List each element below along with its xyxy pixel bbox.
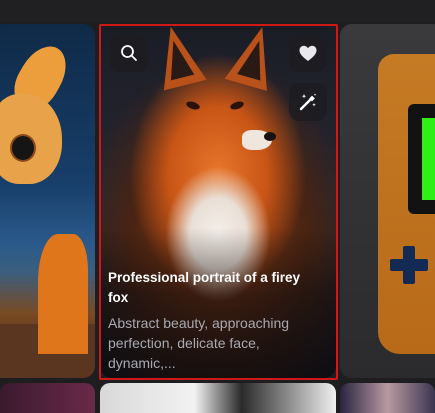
gallery-card-next-row-3[interactable] — [340, 383, 435, 413]
card-description: Abstract beauty, approaching perfection,… — [108, 315, 290, 371]
heart-icon — [299, 45, 317, 61]
console-screen-display — [422, 118, 435, 200]
gallery-card-next-row-2[interactable] — [100, 383, 336, 413]
fox-eye-left — [185, 100, 201, 111]
card-title: Professional portrait of a firey fox — [108, 270, 301, 305]
gallery-card-console[interactable] — [340, 24, 435, 378]
gallery-card-creature[interactable] — [0, 24, 95, 378]
gallery-card-next-row-1[interactable] — [0, 383, 95, 413]
search-button[interactable] — [110, 34, 148, 72]
fox-nose — [264, 132, 276, 141]
console-screen — [408, 104, 435, 214]
fox-eye-right — [229, 100, 245, 111]
card-image-creature-eye — [10, 134, 36, 162]
search-icon — [121, 45, 137, 61]
card-caption: Professional portrait of a firey fox Abs… — [108, 268, 323, 373]
magic-wand-icon — [299, 93, 317, 111]
console-dpad-vertical — [403, 246, 415, 284]
favorite-button[interactable] — [289, 34, 327, 72]
card-image-rock — [38, 234, 88, 354]
console-body — [378, 54, 435, 354]
top-bar — [0, 0, 435, 22]
remix-button[interactable] — [289, 83, 327, 121]
